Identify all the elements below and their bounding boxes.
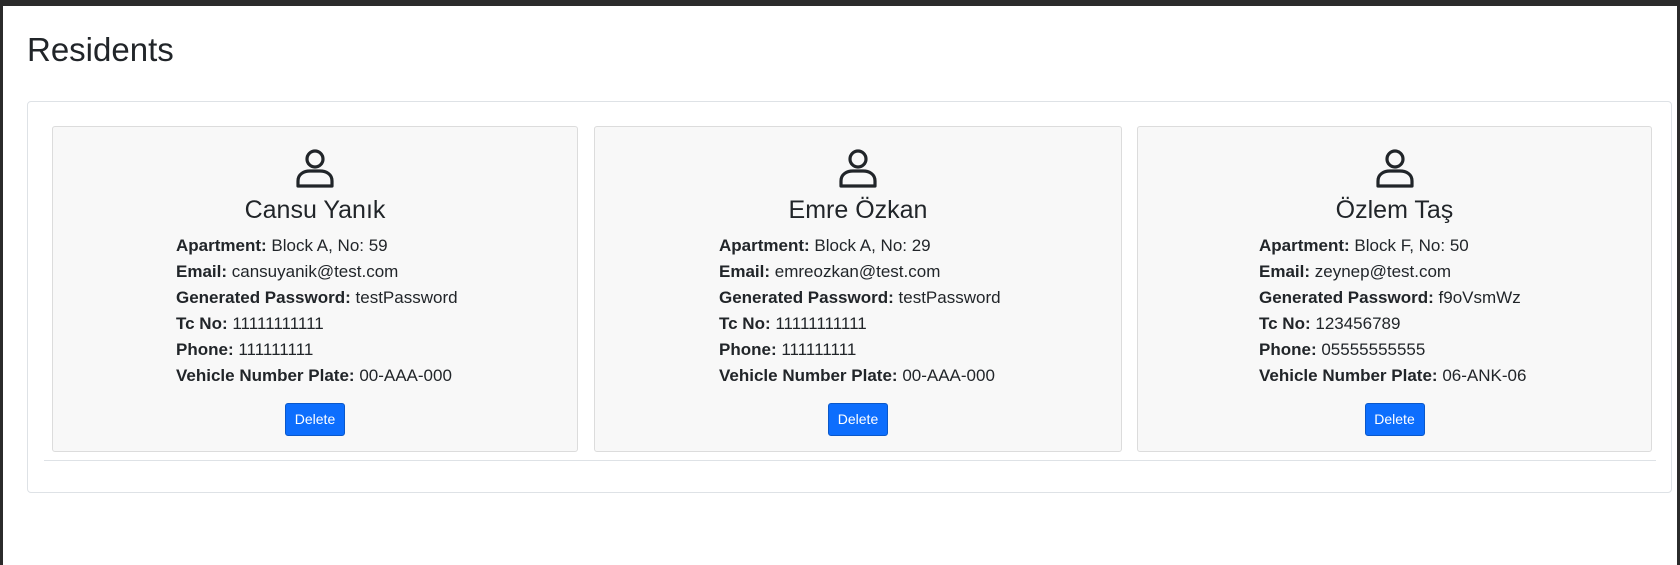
phone-label: Phone: xyxy=(719,340,777,359)
resident-details: Apartment: Block A, No: 59 Email: cansuy… xyxy=(176,233,458,389)
email-row: Email: emreozkan@test.com xyxy=(719,259,1001,285)
window-top-edge xyxy=(0,0,1680,6)
password-row: Generated Password: testPassword xyxy=(176,285,458,311)
delete-button[interactable]: Delete xyxy=(285,403,345,436)
resident-details: Apartment: Block F, No: 50 Email: zeynep… xyxy=(1259,233,1526,389)
password-label: Generated Password: xyxy=(1259,288,1434,307)
tc-no-label: Tc No: xyxy=(176,314,228,333)
phone-row: Phone: 111111111 xyxy=(176,337,458,363)
person-icon xyxy=(839,149,877,188)
apartment-row: Apartment: Block A, No: 59 xyxy=(176,233,458,259)
apartment-value: Block A, No: 59 xyxy=(271,236,388,255)
apartment-label: Apartment: xyxy=(1259,236,1350,255)
residents-list: Cansu Yanık Apartment: Block A, No: 59 E… xyxy=(52,126,1652,452)
tc-no-row: Tc No: 11111111111 xyxy=(719,311,1001,337)
password-label: Generated Password: xyxy=(176,288,351,307)
delete-button[interactable]: Delete xyxy=(828,403,888,436)
plate-row: Vehicle Number Plate: 00-AAA-000 xyxy=(176,363,458,389)
apartment-row: Apartment: Block F, No: 50 xyxy=(1259,233,1526,259)
person-icon xyxy=(296,149,334,188)
phone-label: Phone: xyxy=(1259,340,1317,359)
resident-card: Emre Özkan Apartment: Block A, No: 29 Em… xyxy=(594,126,1122,452)
password-label: Generated Password: xyxy=(719,288,894,307)
resident-name: Cansu Yanık xyxy=(244,196,386,224)
plate-label: Vehicle Number Plate: xyxy=(176,366,355,385)
apartment-row: Apartment: Block A, No: 29 xyxy=(719,233,1001,259)
tc-no-row: Tc No: 11111111111 xyxy=(176,311,458,337)
window-left-edge xyxy=(0,0,3,565)
phone-row: Phone: 05555555555 xyxy=(1259,337,1526,363)
password-value: f9oVsmWz xyxy=(1438,288,1521,307)
resident-name: Emre Özkan xyxy=(788,196,928,224)
apartment-value: Block A, No: 29 xyxy=(814,236,931,255)
password-row: Generated Password: testPassword xyxy=(719,285,1001,311)
tc-no-value: 11111111111 xyxy=(775,314,867,333)
tc-no-label: Tc No: xyxy=(1259,314,1311,333)
apartment-label: Apartment: xyxy=(719,236,810,255)
tc-no-row: Tc No: 123456789 xyxy=(1259,311,1526,337)
phone-value: 05555555555 xyxy=(1321,340,1426,359)
person-icon xyxy=(1375,149,1414,188)
email-label: Email: xyxy=(1259,262,1311,281)
email-label: Email: xyxy=(719,262,771,281)
page-title: Residents xyxy=(27,31,174,68)
password-value: testPassword xyxy=(898,288,1001,307)
plate-value: 00-AAA-000 xyxy=(902,366,995,385)
phone-row: Phone: 111111111 xyxy=(719,337,1001,363)
plate-row: Vehicle Number Plate: 06-ANK-06 xyxy=(1259,363,1526,389)
delete-button[interactable]: Delete xyxy=(1364,403,1425,436)
email-value: cansuyanik@test.com xyxy=(231,262,399,281)
tc-no-value: 11111111111 xyxy=(232,314,324,333)
phone-value: 111111111 xyxy=(238,340,314,359)
divider xyxy=(44,460,1656,461)
phone-value: 111111111 xyxy=(781,340,857,359)
apartment-label: Apartment: xyxy=(176,236,267,255)
tc-no-label: Tc No: xyxy=(719,314,771,333)
plate-label: Vehicle Number Plate: xyxy=(1259,366,1438,385)
resident-card: Özlem Taş Apartment: Block F, No: 50 Ema… xyxy=(1137,126,1652,452)
email-row: Email: zeynep@test.com xyxy=(1259,259,1526,285)
plate-value: 06-ANK-06 xyxy=(1442,366,1527,385)
resident-details: Apartment: Block A, No: 29 Email: emreoz… xyxy=(719,233,1001,389)
resident-name: Özlem Taş xyxy=(1335,196,1454,224)
email-value: emreozkan@test.com xyxy=(774,262,941,281)
password-value: testPassword xyxy=(355,288,458,307)
resident-card: Cansu Yanık Apartment: Block A, No: 59 E… xyxy=(52,126,578,452)
apartment-value: Block F, No: 50 xyxy=(1354,236,1469,255)
plate-row: Vehicle Number Plate: 00-AAA-000 xyxy=(719,363,1001,389)
email-value: zeynep@test.com xyxy=(1314,262,1452,281)
email-row: Email: cansuyanik@test.com xyxy=(176,259,458,285)
password-row: Generated Password: f9oVsmWz xyxy=(1259,285,1526,311)
plate-label: Vehicle Number Plate: xyxy=(719,366,898,385)
tc-no-value: 123456789 xyxy=(1315,314,1401,333)
plate-value: 00-AAA-000 xyxy=(359,366,452,385)
email-label: Email: xyxy=(176,262,228,281)
phone-label: Phone: xyxy=(176,340,234,359)
